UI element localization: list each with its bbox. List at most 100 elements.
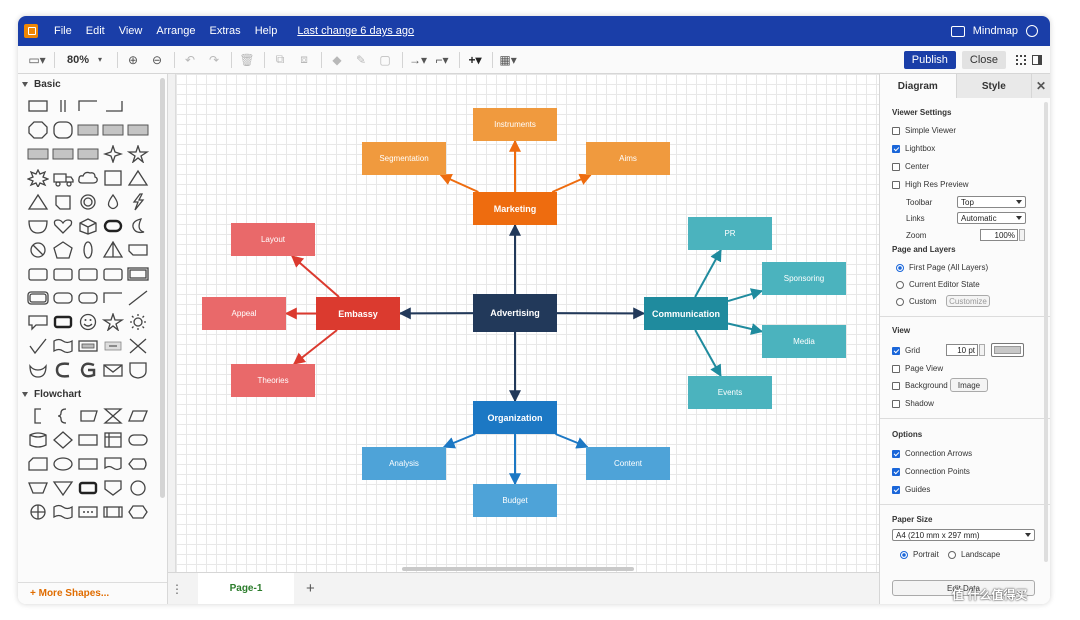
trapezoid-shape[interactable] [25,476,50,500]
wave-flag-shape[interactable] [50,334,75,358]
zoom-input[interactable]: 100% [980,229,1018,241]
high-res-option[interactable]: High Res Preview [892,180,969,189]
star-shape[interactable] [125,142,150,166]
shield-shape[interactable] [125,358,150,382]
triangle-shape[interactable] [25,190,50,214]
parallel-lines-shape[interactable] [50,94,75,118]
sidebar-scrollbar[interactable] [160,78,165,498]
envelope-shape[interactable] [100,358,125,382]
portrait-radio[interactable] [900,550,908,559]
publish-button[interactable]: Publish [903,50,956,69]
connection-style-icon[interactable]: →▾ [409,51,427,69]
connector-communication-events[interactable] [694,329,722,378]
connector-organization-analysis[interactable] [442,433,476,449]
rectangle-shape[interactable] [25,94,50,118]
connector-marketing-segmentation[interactable] [439,173,479,193]
connector-embassy-theories[interactable] [292,329,338,365]
callout-shape[interactable] [25,310,50,334]
gray-rect-shape[interactable] [50,142,75,166]
c-shape[interactable] [50,358,75,382]
cylinder-shape[interactable] [25,428,50,452]
manual-op-shape[interactable] [75,404,100,428]
node-branch-embassy[interactable]: Embassy [316,297,400,330]
page-view-option[interactable]: Page View [892,364,943,373]
star4-shape[interactable] [100,142,125,166]
node-leaf-media[interactable]: Media [762,325,846,358]
card-shape[interactable] [25,452,50,476]
page-tab[interactable]: Page-1 [198,572,294,604]
node-leaf-segmentation[interactable]: Segmentation [362,142,446,175]
hexagon-shape[interactable] [125,500,150,524]
connector-communication-sponsoring[interactable] [727,288,764,303]
connector-embassy-layout[interactable] [291,255,340,298]
terminator-shape[interactable] [125,428,150,452]
add-page-icon[interactable]: + [306,580,315,597]
more-shapes-button[interactable]: + More Shapes... [18,582,167,604]
curved-shape[interactable] [25,358,50,382]
close-icon[interactable]: ✕ [1031,74,1050,98]
grid-size-input[interactable]: 10 pt [946,344,978,356]
line-color-icon[interactable]: ✎ [352,51,370,69]
simple-viewer-option[interactable]: Simple Viewer [892,126,956,135]
connector-marketing-aims[interactable] [551,173,592,193]
node-branch-marketing[interactable]: Marketing [473,192,557,225]
check-shape[interactable] [25,334,50,358]
cloud-shape[interactable] [75,166,100,190]
center-option[interactable]: Center [892,162,929,171]
tape-shape[interactable] [50,500,75,524]
connection-points-checkbox[interactable] [892,467,900,476]
undo-icon[interactable]: ↶ [181,51,199,69]
comment-icon[interactable] [950,25,965,37]
paper-size-select[interactable]: A4 (210 mm x 297 mm) [892,529,1035,541]
connection-points-option[interactable]: Connection Points [892,467,970,476]
table-icon[interactable]: ▦▾ [499,51,517,69]
customize-button[interactable]: Customize [946,295,990,307]
zoom-dropdown[interactable]: 80% [67,54,89,66]
menu-view[interactable]: View [119,25,143,37]
connector-organization-content[interactable] [555,433,589,449]
current-editor-option[interactable]: Current Editor State [896,280,980,289]
lightning-shape[interactable] [125,190,150,214]
custom-option[interactable]: Custom [896,297,937,306]
pentagon-shape[interactable] [50,238,75,262]
square-shape[interactable] [100,166,125,190]
shadow-icon[interactable]: ▢ [376,51,394,69]
diamond-shape[interactable] [50,428,75,452]
node-branch-organization[interactable]: Organization [473,401,557,434]
format-panel-scrollbar[interactable] [1044,102,1048,562]
partial-rect-shape[interactable] [100,94,125,118]
gray-rect-shape[interactable] [125,118,150,142]
center-checkbox[interactable] [892,162,900,171]
loop-limit-shape[interactable] [75,452,100,476]
to-front-icon[interactable]: ⧉ [271,51,289,69]
target-shape[interactable] [75,190,100,214]
to-back-icon[interactable]: ⧈ [295,51,313,69]
rect-shape[interactable] [75,262,100,286]
simple-viewer-checkbox[interactable] [892,126,900,135]
connection-arrows-checkbox[interactable] [892,449,900,458]
links-select[interactable]: Automatic [957,212,1026,224]
redo-icon[interactable]: ↷ [205,51,223,69]
rounded-rect-shape[interactable] [50,286,75,310]
lightbox-checkbox[interactable] [892,144,900,153]
pyramid-shape[interactable] [100,238,125,262]
background-checkbox[interactable] [892,381,900,390]
page-format-icon[interactable]: ▭▾ [28,51,46,69]
document-shape[interactable] [100,452,125,476]
menu-extras[interactable]: Extras [210,25,241,37]
folded-doc-shape[interactable] [50,190,75,214]
node-center-advertising[interactable]: Advertising [473,294,557,332]
menu-help[interactable]: Help [255,25,278,37]
gray-rect-shape[interactable] [75,142,100,166]
connector-communication-pr[interactable] [694,248,722,298]
shadow-option[interactable]: Shadow [892,399,934,408]
truck-shape[interactable] [50,166,75,190]
circle-shape[interactable] [125,476,150,500]
diagonal-line-shape[interactable] [125,286,150,310]
high-res-checkbox[interactable] [892,180,900,189]
first-page-option[interactable]: First Page (All Layers) [896,263,988,272]
drop-shape[interactable] [100,190,125,214]
menu-file[interactable]: File [54,25,72,37]
minus-block-shape[interactable] [100,334,125,358]
section-basic-header[interactable]: Basic [18,74,167,94]
